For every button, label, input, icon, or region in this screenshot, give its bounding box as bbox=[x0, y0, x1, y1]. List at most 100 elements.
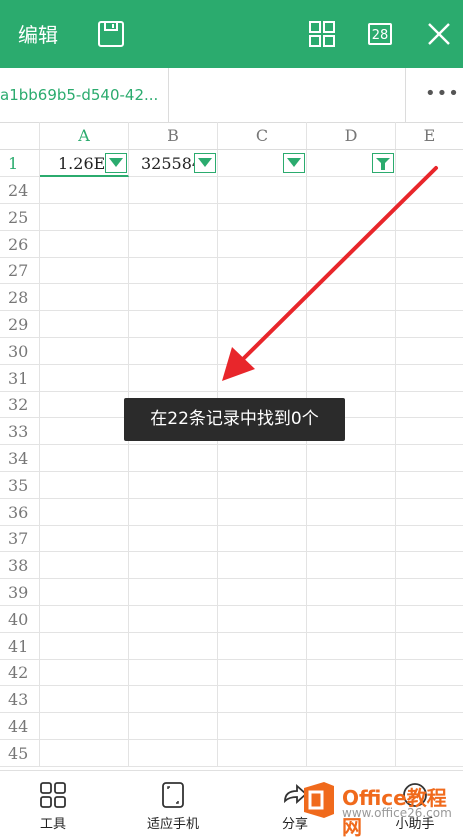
cell[interactable] bbox=[307, 311, 396, 338]
cell[interactable] bbox=[218, 364, 307, 392]
cell[interactable] bbox=[396, 311, 463, 338]
cell[interactable] bbox=[396, 579, 463, 606]
cell[interactable] bbox=[129, 605, 218, 633]
cell[interactable] bbox=[307, 686, 396, 714]
cell[interactable] bbox=[396, 740, 463, 767]
cell[interactable] bbox=[129, 525, 218, 553]
cell[interactable] bbox=[218, 311, 307, 338]
filter-dropdown-icon[interactable] bbox=[194, 153, 216, 173]
cell[interactable] bbox=[396, 177, 463, 204]
column-header-d[interactable]: D bbox=[307, 122, 396, 149]
row-header[interactable]: 32 bbox=[0, 391, 40, 419]
filter-dropdown-icon[interactable] bbox=[105, 153, 127, 173]
cell[interactable] bbox=[307, 579, 396, 606]
cell[interactable] bbox=[40, 471, 129, 499]
cell[interactable] bbox=[396, 391, 463, 418]
cell[interactable] bbox=[307, 257, 396, 285]
cell[interactable] bbox=[396, 284, 463, 311]
row-header[interactable]: 44 bbox=[0, 713, 40, 740]
cell[interactable] bbox=[396, 365, 463, 392]
cell[interactable] bbox=[307, 445, 396, 472]
tools-button[interactable]: 工具 bbox=[18, 771, 88, 832]
cell[interactable] bbox=[129, 364, 218, 392]
cell[interactable] bbox=[40, 579, 129, 606]
cell[interactable] bbox=[307, 364, 396, 392]
row-header[interactable]: 29 bbox=[0, 311, 40, 338]
cell[interactable] bbox=[40, 552, 129, 580]
row-header[interactable]: 41 bbox=[0, 632, 40, 660]
cell[interactable] bbox=[218, 579, 307, 606]
row-header[interactable]: 24 bbox=[0, 177, 40, 204]
cell[interactable] bbox=[40, 364, 129, 392]
row-header[interactable]: 36 bbox=[0, 498, 40, 526]
more-icon[interactable]: ••• bbox=[425, 84, 459, 104]
row-header[interactable]: 34 bbox=[0, 445, 40, 472]
cell[interactable] bbox=[307, 203, 396, 231]
cell[interactable] bbox=[307, 498, 396, 526]
cell[interactable] bbox=[307, 739, 396, 767]
cell[interactable] bbox=[40, 659, 129, 687]
cell[interactable] bbox=[396, 525, 463, 552]
column-header-c[interactable]: C bbox=[218, 122, 307, 149]
row-header[interactable]: 28 bbox=[0, 284, 40, 312]
cell[interactable] bbox=[129, 311, 218, 338]
row-header[interactable]: 43 bbox=[0, 686, 40, 714]
spreadsheet-grid[interactable]: A B C D E 1 1.26E- 325584 24 25 26 27 28 29 30… bbox=[0, 122, 463, 770]
cell[interactable] bbox=[129, 203, 218, 231]
cell[interactable] bbox=[40, 177, 129, 204]
cell[interactable] bbox=[218, 230, 307, 258]
tab-sheet[interactable]: a1bb69b5-d540-42... bbox=[0, 68, 169, 122]
cell[interactable] bbox=[218, 632, 307, 660]
cell[interactable] bbox=[218, 445, 307, 472]
cell[interactable] bbox=[307, 552, 396, 580]
cell[interactable] bbox=[396, 606, 463, 633]
cell[interactable] bbox=[40, 632, 129, 660]
cell[interactable] bbox=[307, 605, 396, 633]
cell[interactable] bbox=[218, 337, 307, 365]
cell[interactable] bbox=[218, 659, 307, 687]
cell[interactable] bbox=[218, 284, 307, 312]
cell[interactable] bbox=[307, 659, 396, 687]
cell[interactable] bbox=[40, 605, 129, 633]
cell[interactable] bbox=[129, 713, 218, 740]
sheet-count-button[interactable]: 28 bbox=[365, 18, 397, 50]
cell[interactable] bbox=[129, 498, 218, 526]
cell[interactable] bbox=[129, 230, 218, 258]
cell[interactable] bbox=[396, 204, 463, 231]
row-header[interactable]: 30 bbox=[0, 337, 40, 365]
row-header[interactable]: 1 bbox=[0, 150, 40, 177]
cell[interactable] bbox=[40, 311, 129, 338]
cell[interactable] bbox=[129, 284, 218, 312]
cell[interactable] bbox=[40, 337, 129, 365]
column-header-e[interactable]: E bbox=[396, 122, 463, 149]
corner-cell[interactable] bbox=[0, 122, 40, 149]
cell[interactable] bbox=[129, 739, 218, 767]
cell[interactable] bbox=[129, 471, 218, 499]
cell[interactable] bbox=[307, 525, 396, 553]
cell[interactable] bbox=[129, 445, 218, 472]
cell[interactable] bbox=[307, 284, 396, 312]
row-header[interactable]: 38 bbox=[0, 552, 40, 580]
cell[interactable] bbox=[129, 337, 218, 365]
close-icon[interactable] bbox=[423, 18, 455, 50]
cell[interactable] bbox=[396, 418, 463, 445]
cell[interactable] bbox=[218, 498, 307, 526]
row-header[interactable]: 33 bbox=[0, 418, 40, 446]
cell[interactable] bbox=[218, 177, 307, 204]
cell[interactable] bbox=[396, 686, 463, 713]
row-header[interactable]: 40 bbox=[0, 605, 40, 633]
cell[interactable] bbox=[40, 445, 129, 472]
row-header[interactable]: 25 bbox=[0, 203, 40, 231]
cell[interactable] bbox=[40, 418, 129, 446]
row-header[interactable]: 35 bbox=[0, 471, 40, 499]
cell[interactable] bbox=[396, 445, 463, 472]
save-icon[interactable] bbox=[95, 18, 127, 50]
cell[interactable] bbox=[307, 230, 396, 258]
cell[interactable] bbox=[218, 471, 307, 499]
cell[interactable] bbox=[40, 713, 129, 740]
cell[interactable] bbox=[307, 471, 396, 499]
cell[interactable] bbox=[396, 257, 463, 284]
cell[interactable] bbox=[396, 499, 463, 526]
row-header[interactable]: 26 bbox=[0, 230, 40, 258]
cell[interactable] bbox=[218, 525, 307, 553]
